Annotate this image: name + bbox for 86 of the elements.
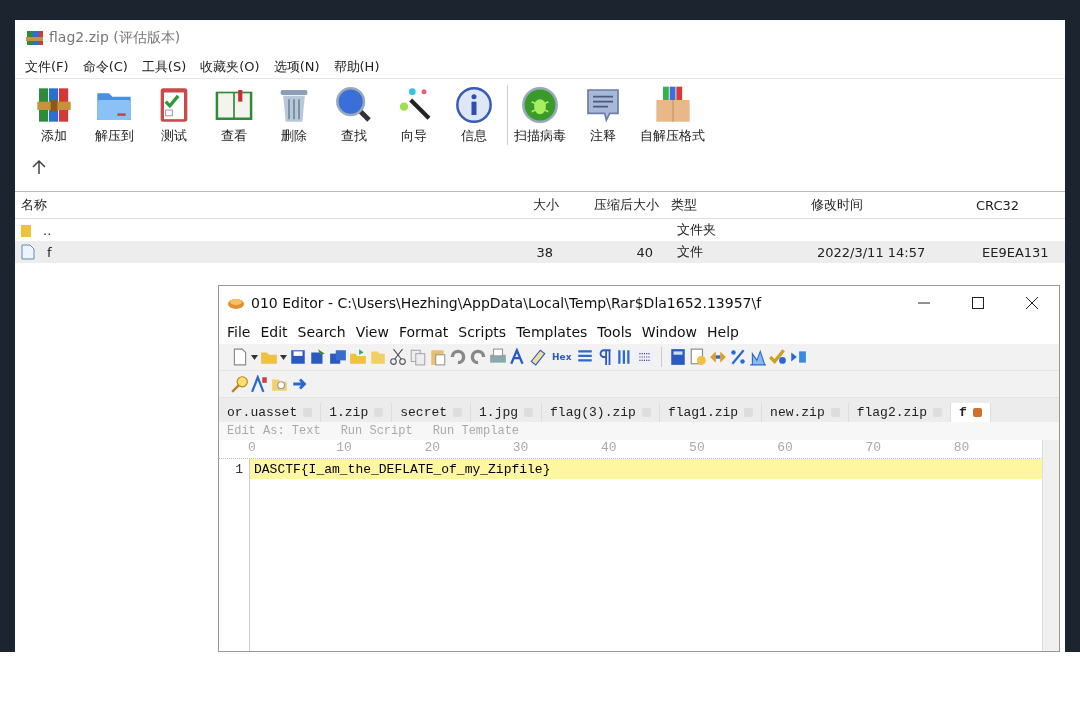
menu-item[interactable]: View xyxy=(355,324,389,340)
menu-item[interactable]: 收藏夹(O) xyxy=(200,58,260,76)
toolbar-button[interactable]: 查看 xyxy=(211,85,257,145)
dropdown-caret-icon xyxy=(251,354,258,360)
file-icon xyxy=(21,244,35,260)
archive-icon xyxy=(25,29,43,47)
menu-item[interactable]: File xyxy=(227,324,251,340)
column-header[interactable]: 压缩后大小 xyxy=(565,196,665,214)
toolbar-button[interactable]: 测试 xyxy=(151,85,197,145)
menu-item[interactable]: Tools xyxy=(597,324,632,340)
toolbar-button[interactable]: 注释 xyxy=(580,85,626,145)
ruler-label: 40 xyxy=(600,440,617,455)
toolbar-button[interactable]: 向导 xyxy=(391,85,437,145)
base-convert-icon xyxy=(789,348,808,366)
column-header[interactable]: 大小 xyxy=(465,196,565,214)
table-cell-text: 2022/3/11 14:57 xyxy=(816,244,927,260)
table-cell-text: .. xyxy=(42,222,53,238)
copy-icon xyxy=(409,348,427,366)
ruler-label: 80 xyxy=(953,440,970,455)
toolbar-button[interactable]: 解压到 xyxy=(91,85,137,145)
ruler-label: 0 xyxy=(248,440,256,455)
window-title: flag2.zip (评估版本) xyxy=(49,29,181,47)
cut-icon xyxy=(389,348,407,366)
menu-item[interactable]: Search xyxy=(297,324,346,340)
table-cell-text: 38 xyxy=(535,244,554,260)
menu-item[interactable]: 选项(N) xyxy=(273,58,320,76)
scrollbar[interactable] xyxy=(1042,440,1059,651)
ruler-label: 10 xyxy=(336,440,352,455)
menu-item[interactable]: Help xyxy=(707,324,739,340)
file-row[interactable]: .. 文件夹 xyxy=(15,219,1065,241)
column-header[interactable]: CRC32 xyxy=(970,197,1065,213)
new-file-icon xyxy=(231,348,249,366)
calculator-icon xyxy=(669,348,688,366)
table-cell-text: 40 xyxy=(635,244,654,260)
column-header[interactable]: 类型 xyxy=(665,196,805,214)
table-cell-text: f xyxy=(46,244,53,260)
folder-icon xyxy=(369,348,387,366)
menu-item[interactable]: 帮助(H) xyxy=(333,58,380,76)
print-icon xyxy=(489,348,507,366)
menu-item[interactable]: 命令(C) xyxy=(82,58,128,76)
menu-item[interactable]: 文件(F) xyxy=(25,58,69,76)
column-header[interactable]: 名称 xyxy=(15,196,465,214)
ruler-label: 70 xyxy=(865,440,882,455)
up-arrow-icon xyxy=(31,159,47,175)
ruler-label: 60 xyxy=(777,440,793,455)
checksum-icon xyxy=(769,348,788,366)
toolbar-button[interactable]: 扫描病毒 xyxy=(514,85,566,145)
ruler-label: 50 xyxy=(689,440,705,455)
menu-item[interactable]: Scripts xyxy=(458,324,507,340)
save-all-icon xyxy=(329,348,347,366)
menu-item[interactable]: Templates xyxy=(516,324,588,340)
redo-icon xyxy=(469,348,487,366)
column-header[interactable]: 修改时间 xyxy=(805,196,970,214)
table-cell-text: EE9EA131 xyxy=(981,244,1050,260)
hex-icon[interactable]: Hex xyxy=(549,352,575,362)
toolbar-button[interactable]: 信息 xyxy=(451,85,497,145)
replace-icon xyxy=(251,375,269,393)
ruler-label: 30 xyxy=(512,440,529,455)
find-icon xyxy=(231,375,249,393)
toolbar-button[interactable]: 删除 xyxy=(271,85,317,145)
histogram-icon xyxy=(749,348,768,366)
menu-item[interactable]: 工具(S) xyxy=(141,58,187,76)
ruler-label: 20 xyxy=(424,440,441,455)
open-folder-icon xyxy=(349,348,367,366)
menu-item[interactable]: Edit xyxy=(260,324,288,340)
window-title: 010 Editor - C:\Users\Hezhing\AppData\Local\Temp\Rar$Dla1652.13957\f xyxy=(251,295,763,311)
file-row[interactable]: f 38 40 文件 2022/3/11 14:57 EE9EA131 xyxy=(15,241,1065,263)
percent-icon xyxy=(729,348,748,366)
file-tab[interactable]: f xyxy=(950,403,991,422)
document-help-icon xyxy=(689,348,708,366)
app-logo-icon xyxy=(227,296,245,310)
folder-icon xyxy=(21,223,31,237)
toolbar-button[interactable]: 添加 xyxy=(31,85,77,145)
save-as-icon xyxy=(309,348,327,366)
table-cell-text: 文件夹 xyxy=(676,222,717,237)
undo-icon xyxy=(449,348,467,366)
menu-item[interactable]: Window xyxy=(641,324,698,340)
dropdown-caret-icon xyxy=(280,354,287,360)
save-icon xyxy=(289,348,307,366)
paste-icon xyxy=(429,348,447,366)
table-cell-text: 文件 xyxy=(676,244,704,259)
toolbar-button[interactable]: 自解压格式 xyxy=(640,85,705,145)
binary-icon xyxy=(636,348,655,366)
toolbar-button[interactable]: 查找 xyxy=(331,85,377,145)
highlighter-icon xyxy=(529,348,547,366)
menu-item[interactable]: Format xyxy=(398,324,449,340)
